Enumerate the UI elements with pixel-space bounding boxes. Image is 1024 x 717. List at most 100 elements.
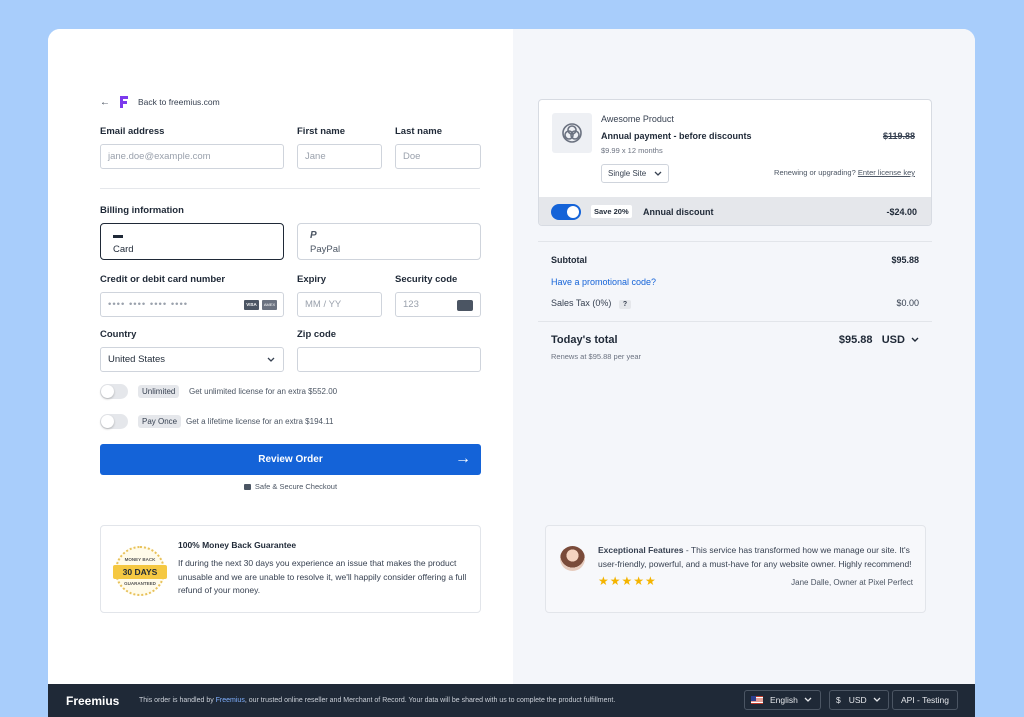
paypal-icon: P (310, 230, 317, 241)
renew-text: Renewing or upgrading? (774, 168, 856, 177)
save-badge: Save 20% (591, 205, 632, 218)
help-icon[interactable]: ? (618, 300, 632, 309)
expiry-field[interactable]: MM / YY (297, 292, 382, 317)
pay-once-toggle[interactable] (100, 414, 128, 429)
security-code-label: Security code (395, 274, 458, 285)
currency-select[interactable]: $ USD (829, 690, 889, 710)
unlimited-toggle[interactable] (100, 384, 128, 399)
annual-discount-row: Save 20% Annual discount -$24.00 (539, 197, 931, 225)
testimonial-title: Exceptional Features (598, 545, 684, 555)
subtotal-value: $95.88 (891, 255, 919, 265)
secure-checkout-text: Safe & Secure Checkout (254, 482, 338, 491)
currency-value: USD (848, 695, 867, 705)
footer-text-pre: This order is handled by (139, 697, 216, 704)
back-link[interactable]: ← Back to freemius.com (100, 96, 220, 108)
chevron-down-icon (873, 697, 881, 702)
arrow-left-icon: ← (100, 96, 110, 108)
last-name-field[interactable]: Doe (395, 144, 481, 169)
subtotal-row: Subtotal $95.88 (551, 255, 919, 265)
cvc-card-icon (457, 300, 473, 311)
total-currency: USD (881, 334, 905, 346)
billing-label: Billing information (100, 205, 184, 216)
plan-title: Annual payment - before discounts (601, 131, 752, 141)
product-icon (552, 113, 592, 153)
footer: Freemius This order is handled by Freemi… (48, 684, 975, 717)
annual-discount-toggle[interactable] (551, 204, 581, 220)
license-select-value: Single Site (608, 169, 647, 178)
product-card: Awesome Product Annual payment - before … (538, 99, 932, 226)
review-order-button[interactable]: Review Order → (100, 444, 481, 475)
renews-text: Renews at $95.88 per year (551, 352, 642, 361)
discount-value: -$24.00 (886, 207, 917, 217)
card-number-placeholder: •••• •••• •••• •••• (108, 299, 189, 310)
chevron-down-icon (654, 171, 662, 176)
tax-value: $0.00 (896, 298, 919, 308)
email-placeholder: jane.doe@example.com (108, 151, 211, 162)
currency-symbol: $ (836, 695, 841, 705)
total-value: $95.88 (838, 334, 873, 346)
footer-text: This order is handled by Freemius, our t… (139, 697, 615, 704)
payment-method-paypal-label: PayPal (310, 244, 341, 255)
divider (538, 241, 932, 242)
promo-code-link[interactable]: Have a promotional code? (551, 277, 919, 287)
card-number-field[interactable]: •••• •••• •••• •••• VISA AMEX (100, 292, 284, 317)
chevron-down-icon (804, 697, 812, 702)
security-code-placeholder: 123 (403, 299, 419, 310)
total-label: Today's total (551, 334, 618, 346)
first-name-placeholder: Jane (305, 151, 326, 162)
first-name-field[interactable]: Jane (297, 144, 382, 169)
unlimited-text: Get unlimited license for an extra $552.… (189, 387, 338, 396)
divider (538, 321, 932, 322)
email-label: Email address (100, 126, 165, 137)
api-mode-button[interactable]: API - Testing (892, 690, 958, 710)
original-price: $119.88 (882, 131, 915, 141)
review-order-label: Review Order (258, 454, 323, 465)
testimonial-author: Jane Dalle, Owner at Pixel Perfect (791, 578, 913, 587)
country-select[interactable]: United States (100, 347, 284, 372)
secure-checkout: Safe & Secure Checkout (100, 482, 481, 491)
enter-license-key-link[interactable]: Enter license key (858, 168, 915, 177)
amex-icon: AMEX (262, 300, 277, 310)
total-currency-select[interactable]: $95.88 USD (839, 334, 919, 346)
sales-tax-row: Sales Tax (0%) ? $0.00 (551, 298, 919, 309)
tax-label: Sales Tax (0%) (551, 298, 612, 308)
pay-once-badge: Pay Once (138, 415, 182, 428)
freemius-link[interactable]: Freemius (216, 697, 245, 704)
us-flag-icon (751, 696, 763, 704)
payment-method-paypal[interactable]: P PayPal (297, 223, 481, 260)
license-select[interactable]: Single Site (601, 164, 670, 183)
card-number-label: Credit or debit card number (100, 274, 226, 285)
security-code-field[interactable]: 123 (395, 292, 481, 317)
payment-method-card[interactable]: ▬ Card (100, 223, 284, 260)
money-back-seal-icon: MONEY BACK 30 DAYS GUARANTEED (113, 546, 167, 596)
back-link-label: Back to freemius.com (138, 97, 220, 107)
language-select[interactable]: English (744, 690, 821, 710)
freemius-footer-logo: Freemius (66, 694, 120, 708)
freemius-logo-icon (120, 96, 128, 108)
star-rating-icon: ★★★★★ (598, 574, 657, 588)
seal-top-text: MONEY BACK (124, 557, 156, 562)
email-field[interactable]: jane.doe@example.com (100, 144, 284, 169)
checkout-form-panel: ← Back to freemius.com Email address jan… (48, 29, 513, 684)
zip-label: Zip code (297, 329, 337, 340)
visa-icon: VISA (244, 300, 259, 310)
avatar (560, 546, 585, 571)
discount-label: Annual discount (643, 207, 714, 217)
divider (100, 188, 480, 189)
guarantee-body: If during the next 30 days you experienc… (178, 558, 467, 595)
pay-once-text: Get a lifetime license for an extra $194… (186, 417, 334, 426)
renew-line: Renewing or upgrading? Enter license key (774, 168, 915, 177)
unlimited-badge: Unlimited (138, 385, 180, 398)
seal-mid-text: 30 DAYS (113, 565, 167, 579)
chevron-down-icon (911, 337, 919, 342)
payment-method-card-label: Card (113, 244, 134, 255)
testimonial-text: Exceptional Features - This service has … (598, 544, 916, 571)
zip-field[interactable] (297, 347, 481, 372)
lock-icon (243, 484, 251, 490)
chevron-down-icon (267, 357, 275, 362)
country-label: Country (100, 329, 137, 340)
country-value: United States (108, 354, 166, 365)
first-name-label: First name (297, 126, 346, 137)
last-name-placeholder: Doe (403, 151, 421, 162)
total-row: Today's total $95.88 USD (551, 334, 919, 346)
